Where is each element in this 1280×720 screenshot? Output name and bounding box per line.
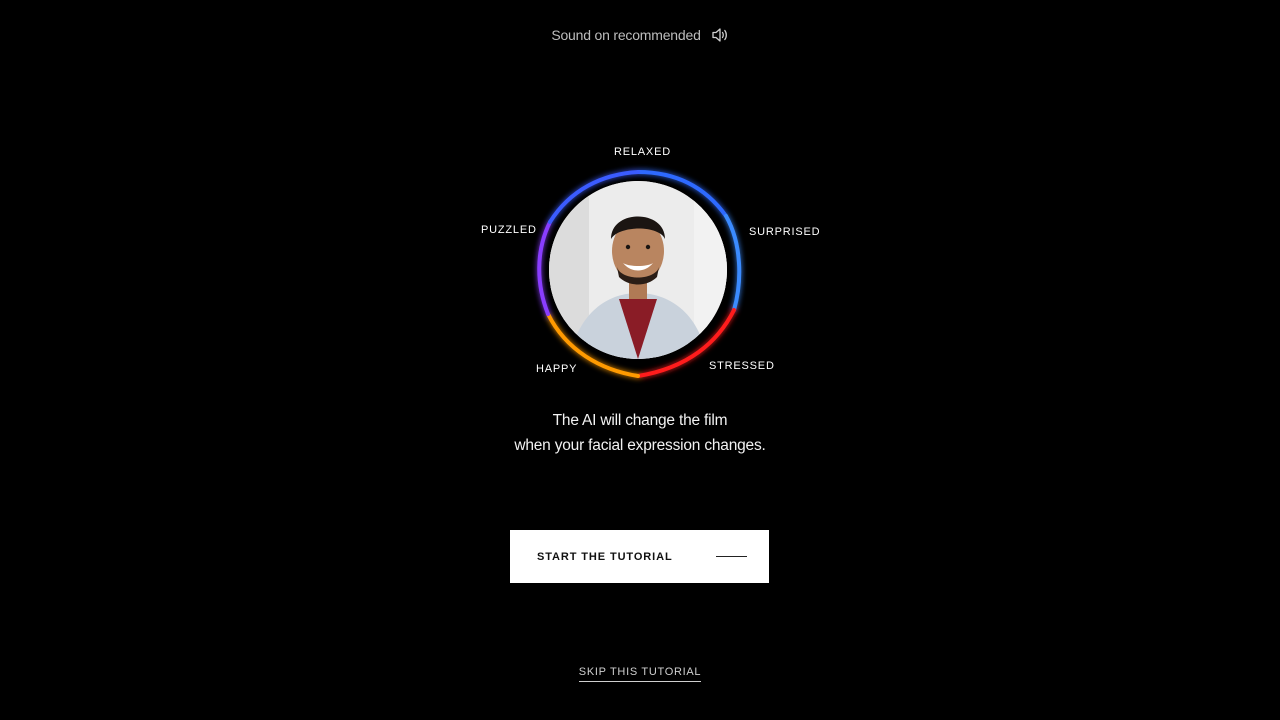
tutorial-message: The AI will change the film when your fa… (0, 408, 1280, 458)
tutorial-screen: Sound on recommended RELAXED PUZZLED SUR… (0, 0, 1280, 720)
start-tutorial-label: START THE TUTORIAL (537, 550, 673, 563)
skip-tutorial-link[interactable]: SKIP THIS TUTORIAL (578, 666, 702, 682)
avatar (549, 181, 727, 359)
message-line-1: The AI will change the film (552, 412, 728, 429)
start-tutorial-button[interactable]: START THE TUTORIAL (510, 530, 769, 583)
skip-tutorial-container: SKIP THIS TUTORIAL (0, 662, 1280, 682)
speaker-icon[interactable] (711, 26, 729, 44)
emotion-label-relaxed: RELAXED (614, 146, 671, 158)
message-line-2: when your facial expression changes. (514, 437, 766, 454)
arrow-line-icon (716, 555, 747, 558)
sound-hint-text: Sound on recommended (551, 27, 701, 43)
emotion-label-surprised: SURPRISED (749, 226, 821, 238)
sound-hint: Sound on recommended (0, 26, 1280, 44)
